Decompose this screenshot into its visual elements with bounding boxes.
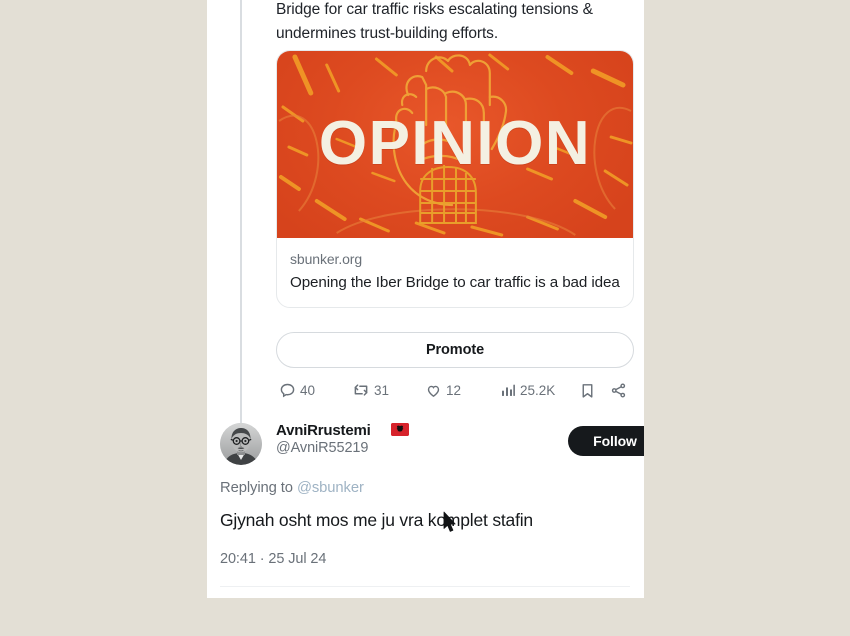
link-domain: sbunker.org (290, 251, 363, 267)
bookmark-icon (579, 382, 596, 399)
reply-count: 40 (300, 382, 316, 398)
reply-author-header: AvniRrustemi @AvniR55219 Follow (276, 422, 644, 466)
like-action[interactable]: 12 (425, 379, 461, 401)
replying-to-prefix: Replying to (220, 480, 297, 496)
share-action[interactable] (610, 379, 627, 401)
view-count: 25.2K (520, 382, 556, 398)
link-preview-image[interactable]: OPINION (277, 51, 633, 238)
analytics-bars-icon (500, 382, 516, 398)
reply-bottom-divider (220, 586, 630, 587)
tweet-detail-card: The ... plan to open the Iber Bridge for… (207, 0, 644, 598)
reply-body-text: Gjynah osht mos me ju vra komplet stafin (220, 510, 533, 530)
share-icon (610, 382, 627, 399)
reply-action[interactable]: 40 (279, 379, 315, 401)
repost-action[interactable]: 31 (352, 379, 389, 401)
replying-to-handle-link[interactable]: @sbunker (297, 480, 364, 496)
avatar[interactable] (220, 423, 262, 465)
repost-icon (352, 381, 370, 399)
repost-count: 31 (374, 382, 390, 398)
reply-display-name[interactable]: AvniRrustemi (276, 422, 371, 439)
link-preview-card[interactable]: OPINION sbunker.org Opening the Iber Bri… (276, 50, 634, 308)
heart-icon (425, 382, 442, 399)
replying-to-label: Replying to @sbunker (220, 480, 364, 496)
promote-button-label: Promote (425, 342, 485, 358)
like-count: 12 (446, 382, 462, 398)
albanian-flag-icon (391, 423, 409, 436)
follow-button[interactable]: Follow (568, 426, 644, 456)
original-tweet-body: Bridge for car traffic risks escalating … (276, 1, 593, 42)
bookmark-action[interactable] (579, 379, 596, 401)
opinion-headline-text: OPINION (318, 108, 592, 178)
promote-button[interactable]: Promote (276, 332, 634, 368)
thread-connector-line (240, 0, 242, 426)
views-action[interactable]: 25.2K (500, 379, 555, 401)
tweet-action-bar: 40 31 12 25.2K (276, 379, 634, 403)
reply-timestamp: 20:41 · 25 Jul 24 (220, 551, 327, 567)
link-preview-meta: sbunker.org Opening the Iber Bridge to c… (277, 238, 633, 307)
reply-handle[interactable]: @AvniR55219 (276, 440, 368, 456)
follow-button-label: Follow (593, 433, 637, 449)
link-title[interactable]: Opening the Iber Bridge to car traffic i… (290, 271, 620, 294)
reply-icon (279, 382, 296, 399)
